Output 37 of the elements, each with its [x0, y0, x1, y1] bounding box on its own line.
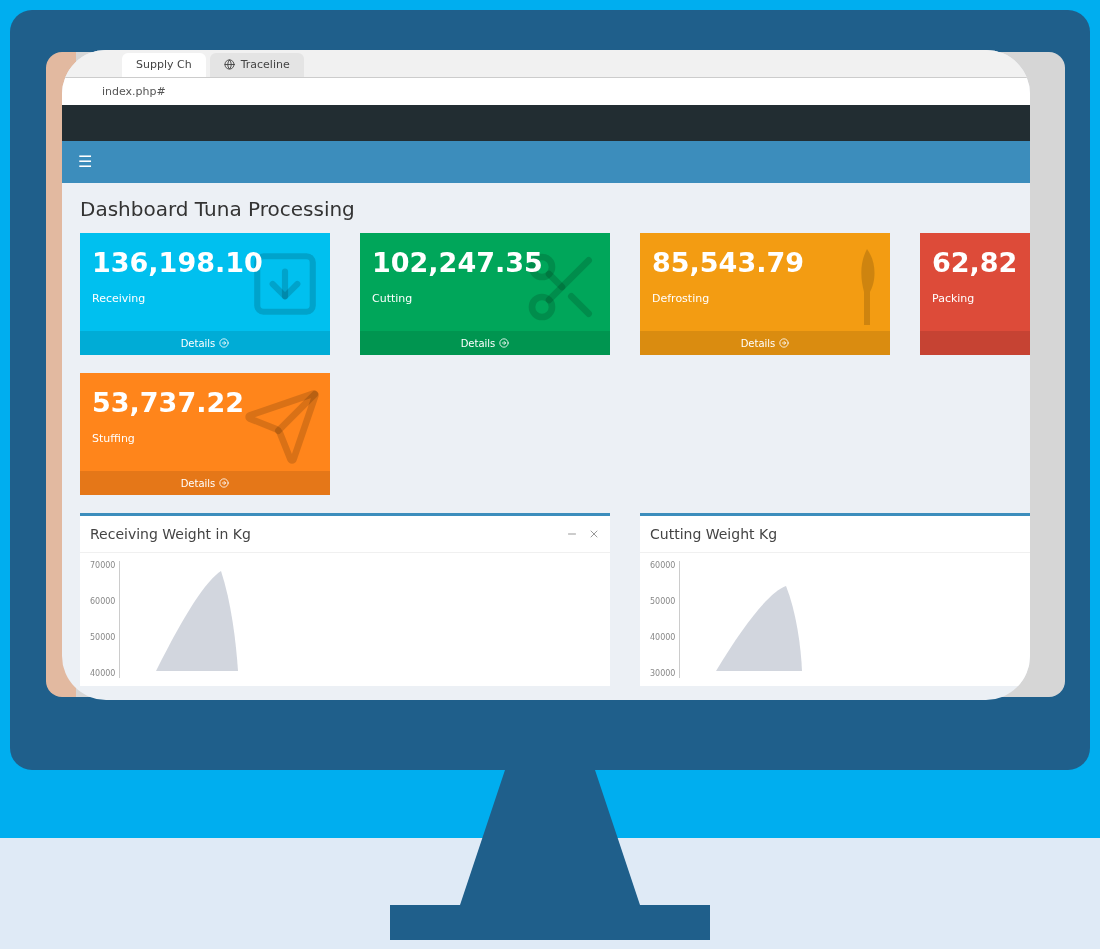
axis-tick-label: 30000 [650, 669, 676, 678]
axis-tick-label: 60000 [650, 561, 676, 570]
stat-value: 85,543.79 [652, 247, 806, 278]
arrow-circle-icon [779, 338, 790, 348]
chart-title: Receiving Weight in Kg [90, 526, 251, 542]
stat-value: 136,198.10 [92, 247, 264, 278]
axis-tick-label: 70000 [90, 561, 116, 570]
page-title: Dashboard Tuna Processing [80, 197, 356, 221]
details-link[interactable]: Details [80, 471, 330, 495]
arrow-circle-icon [219, 478, 230, 488]
close-button[interactable] [588, 528, 600, 540]
axis-tick-label: 40000 [90, 669, 116, 678]
close-icon [588, 528, 600, 540]
globe-icon [223, 59, 235, 71]
stat-value: 53,737.22 [92, 387, 246, 418]
stat-value: 62,82 [932, 247, 1018, 278]
stat-label: Packing [932, 292, 976, 305]
menu-icon[interactable]: ☰ [78, 152, 93, 172]
address-bar[interactable]: index.php# [62, 77, 1030, 105]
stat-label: Stuffing [92, 432, 136, 445]
arrow-circle-icon [219, 338, 230, 348]
chart-title: Cutting Weight Kg [650, 526, 778, 542]
stat-label: Defrosting [652, 292, 711, 305]
details-link[interactable]: Details [360, 331, 610, 355]
axis-tick-label: 50000 [650, 597, 676, 606]
details-link[interactable]: Details [640, 331, 890, 355]
details-link[interactable]: Details [80, 331, 330, 355]
stat-label: Receiving [92, 292, 147, 305]
browser-tab[interactable]: Supply Ch [122, 52, 206, 77]
stat-value: 102,247.35 [372, 247, 544, 278]
axis-tick-label: 50000 [90, 633, 116, 642]
browser-tab[interactable]: Traceline [209, 52, 304, 77]
arrow-circle-icon [499, 338, 510, 348]
stat-label: Cutting [372, 292, 414, 305]
paper-plane-icon [242, 387, 322, 467]
axis-tick-label: 40000 [650, 633, 676, 642]
axis-tick-label: 60000 [90, 597, 116, 606]
